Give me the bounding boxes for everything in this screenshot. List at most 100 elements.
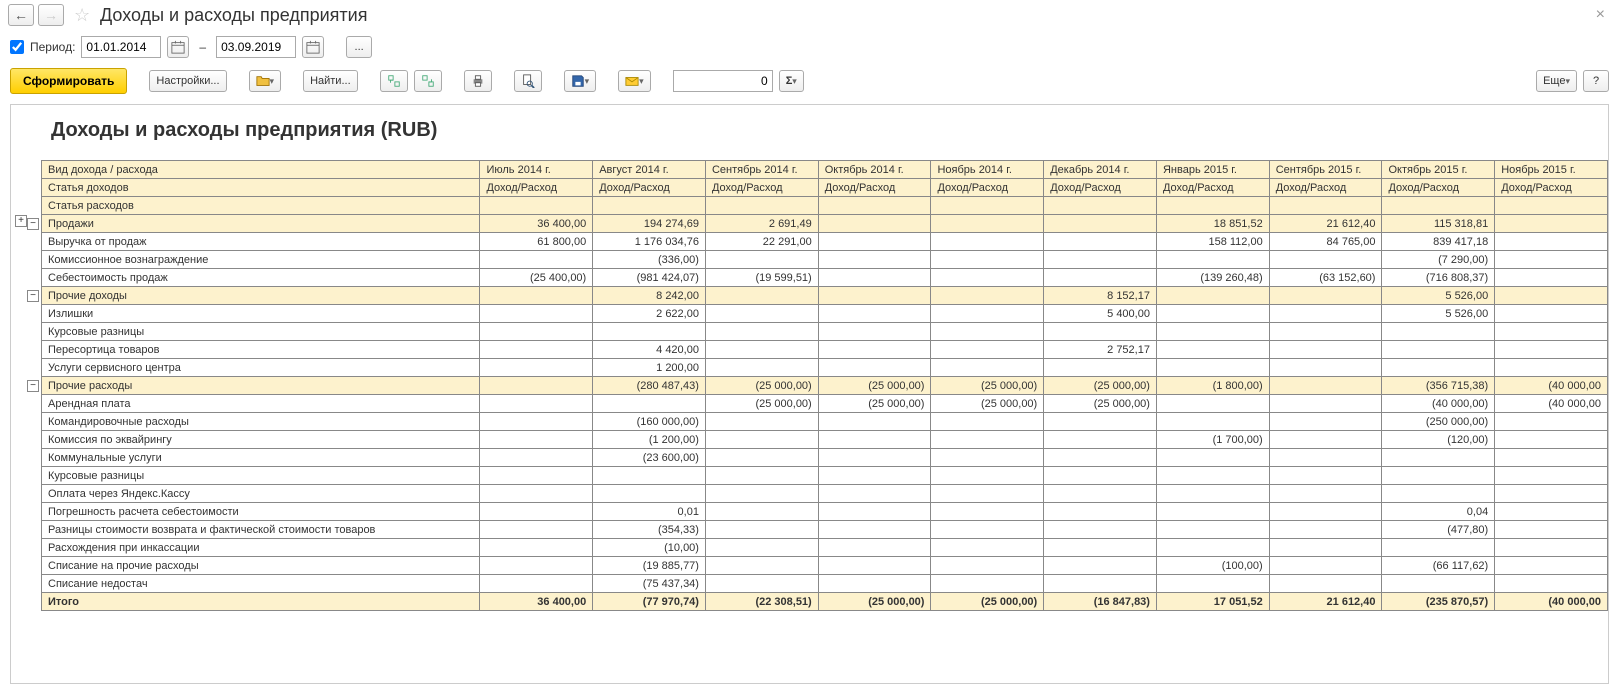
cell-value: 5 526,00 [1382, 305, 1495, 323]
cell-value [480, 395, 593, 413]
column-header: Доход/Расход [818, 179, 931, 197]
date-to-input[interactable] [216, 36, 296, 58]
collapse-groups-button[interactable] [414, 70, 442, 92]
more-button[interactable]: Еще [1536, 70, 1577, 92]
cell-value: 84 765,00 [1269, 233, 1382, 251]
column-header: Доход/Расход [1269, 179, 1382, 197]
cell-value [931, 557, 1044, 575]
cell-value [931, 503, 1044, 521]
generate-button[interactable]: Сформировать [10, 68, 127, 94]
table-row[interactable]: Продажи36 400,00194 274,692 691,4918 851… [42, 215, 1608, 233]
forward-button[interactable]: → [38, 4, 64, 26]
cell-value [705, 467, 818, 485]
cell-value [931, 269, 1044, 287]
cell-value [480, 557, 593, 575]
cell-value: (25 000,00) [931, 377, 1044, 395]
table-row[interactable]: Прочие расходы(280 487,43)(25 000,00)(25… [42, 377, 1608, 395]
cell-value [1382, 539, 1495, 557]
find-button[interactable]: Найти... [303, 70, 358, 92]
date-to-calendar-button[interactable] [302, 36, 324, 58]
cell-value: (235 870,57) [1382, 593, 1495, 611]
cell-value [593, 323, 706, 341]
table-row[interactable]: Коммунальные услуги(23 600,00) [42, 449, 1608, 467]
cell-value [931, 575, 1044, 593]
period-select-button[interactable]: ... [346, 36, 372, 58]
save-button[interactable] [564, 70, 597, 92]
table-row[interactable]: Арендная плата(25 000,00)(25 000,00)(25 … [42, 395, 1608, 413]
table-row[interactable]: Списание недостач(75 437,34) [42, 575, 1608, 593]
cell-value [1495, 521, 1608, 539]
date-from-calendar-button[interactable] [167, 36, 189, 58]
cell-value [931, 431, 1044, 449]
back-button[interactable]: ← [8, 4, 34, 26]
send-button[interactable] [618, 70, 651, 92]
date-from-input[interactable] [81, 36, 161, 58]
report-table: Вид дохода / расходаИюль 2014 г.Август 2… [41, 160, 1608, 611]
variants-button[interactable] [249, 70, 282, 92]
help-button[interactable]: ? [1583, 70, 1609, 92]
print-button[interactable] [464, 70, 492, 92]
table-row[interactable]: Комиссия по эквайрингу(1 200,00)(1 700,0… [42, 431, 1608, 449]
sigma-button[interactable]: Σ [779, 70, 804, 92]
close-button[interactable]: × [1590, 6, 1611, 24]
cell-value: 115 318,81 [1382, 215, 1495, 233]
cell-value: (25 000,00) [705, 395, 818, 413]
cell-value [1495, 485, 1608, 503]
cell-value [705, 503, 818, 521]
report-area[interactable]: Доходы и расходы предприятия (RUB) Вид д… [10, 104, 1609, 684]
collapse-group-button[interactable]: − [27, 290, 39, 302]
cell-value: (120,00) [1382, 431, 1495, 449]
cell-value [1156, 521, 1269, 539]
cell-value: 1 176 034,76 [593, 233, 706, 251]
page-title: Доходы и расходы предприятия [100, 5, 367, 26]
cell-value [1156, 575, 1269, 593]
table-row[interactable]: Выручка от продаж61 800,001 176 034,7622… [42, 233, 1608, 251]
cell-value [705, 305, 818, 323]
table-row[interactable]: Погрешность расчета себестоимости0,010,0… [42, 503, 1608, 521]
collapse-group-button[interactable]: − [27, 218, 39, 230]
row-label: Излишки [42, 305, 480, 323]
table-row[interactable]: Списание на прочие расходы(19 885,77)(10… [42, 557, 1608, 575]
cell-value [480, 431, 593, 449]
calendar-icon [171, 40, 185, 54]
cell-value [1156, 251, 1269, 269]
table-row[interactable]: Расхождения при инкассации(10,00) [42, 539, 1608, 557]
preview-button[interactable] [514, 70, 542, 92]
table-row[interactable]: Курсовые разницы [42, 323, 1608, 341]
cell-value [1156, 359, 1269, 377]
table-row[interactable]: Комиссионное вознаграждение(336,00)(7 29… [42, 251, 1608, 269]
favorite-icon[interactable]: ☆ [74, 5, 94, 25]
cell-value [705, 341, 818, 359]
cell-value [1495, 359, 1608, 377]
cell-value [1044, 431, 1157, 449]
table-row[interactable]: Командировочные расходы(160 000,00)(250 … [42, 413, 1608, 431]
collapse-group-button[interactable]: − [27, 380, 39, 392]
cell-value [1156, 539, 1269, 557]
table-row[interactable]: Излишки2 622,005 400,005 526,00 [42, 305, 1608, 323]
period-checkbox[interactable] [10, 40, 24, 54]
cell-value [1156, 413, 1269, 431]
cell-value: (25 000,00) [931, 593, 1044, 611]
column-header: Доход/Расход [1044, 179, 1157, 197]
table-row[interactable]: Пересортица товаров4 420,002 752,17 [42, 341, 1608, 359]
cell-value [1382, 449, 1495, 467]
cell-value [1495, 251, 1608, 269]
cell-value [705, 575, 818, 593]
cell-value [818, 287, 931, 305]
table-row[interactable]: Разницы стоимости возврата и фактической… [42, 521, 1608, 539]
table-row[interactable]: Прочие доходы8 242,008 152,175 526,00 [42, 287, 1608, 305]
column-header [705, 197, 818, 215]
table-row[interactable]: Итого36 400,00(77 970,74)(22 308,51)(25 … [42, 593, 1608, 611]
settings-button[interactable]: Настройки... [149, 70, 226, 92]
row-label: Итого [42, 593, 480, 611]
table-row[interactable]: Услуги сервисного центра1 200,00 [42, 359, 1608, 377]
expand-groups-button[interactable] [380, 70, 408, 92]
table-row[interactable]: Себестоимость продаж(25 400,00)(981 424,… [42, 269, 1608, 287]
expand-all-button[interactable]: + [15, 215, 27, 227]
sum-input[interactable] [673, 70, 773, 92]
cell-value: (25 000,00) [705, 377, 818, 395]
cell-value: (40 000,00) [1382, 395, 1495, 413]
table-row[interactable]: Курсовые разницы [42, 467, 1608, 485]
table-row[interactable]: Оплата через Яндекс.Кассу [42, 485, 1608, 503]
cell-value [1382, 323, 1495, 341]
